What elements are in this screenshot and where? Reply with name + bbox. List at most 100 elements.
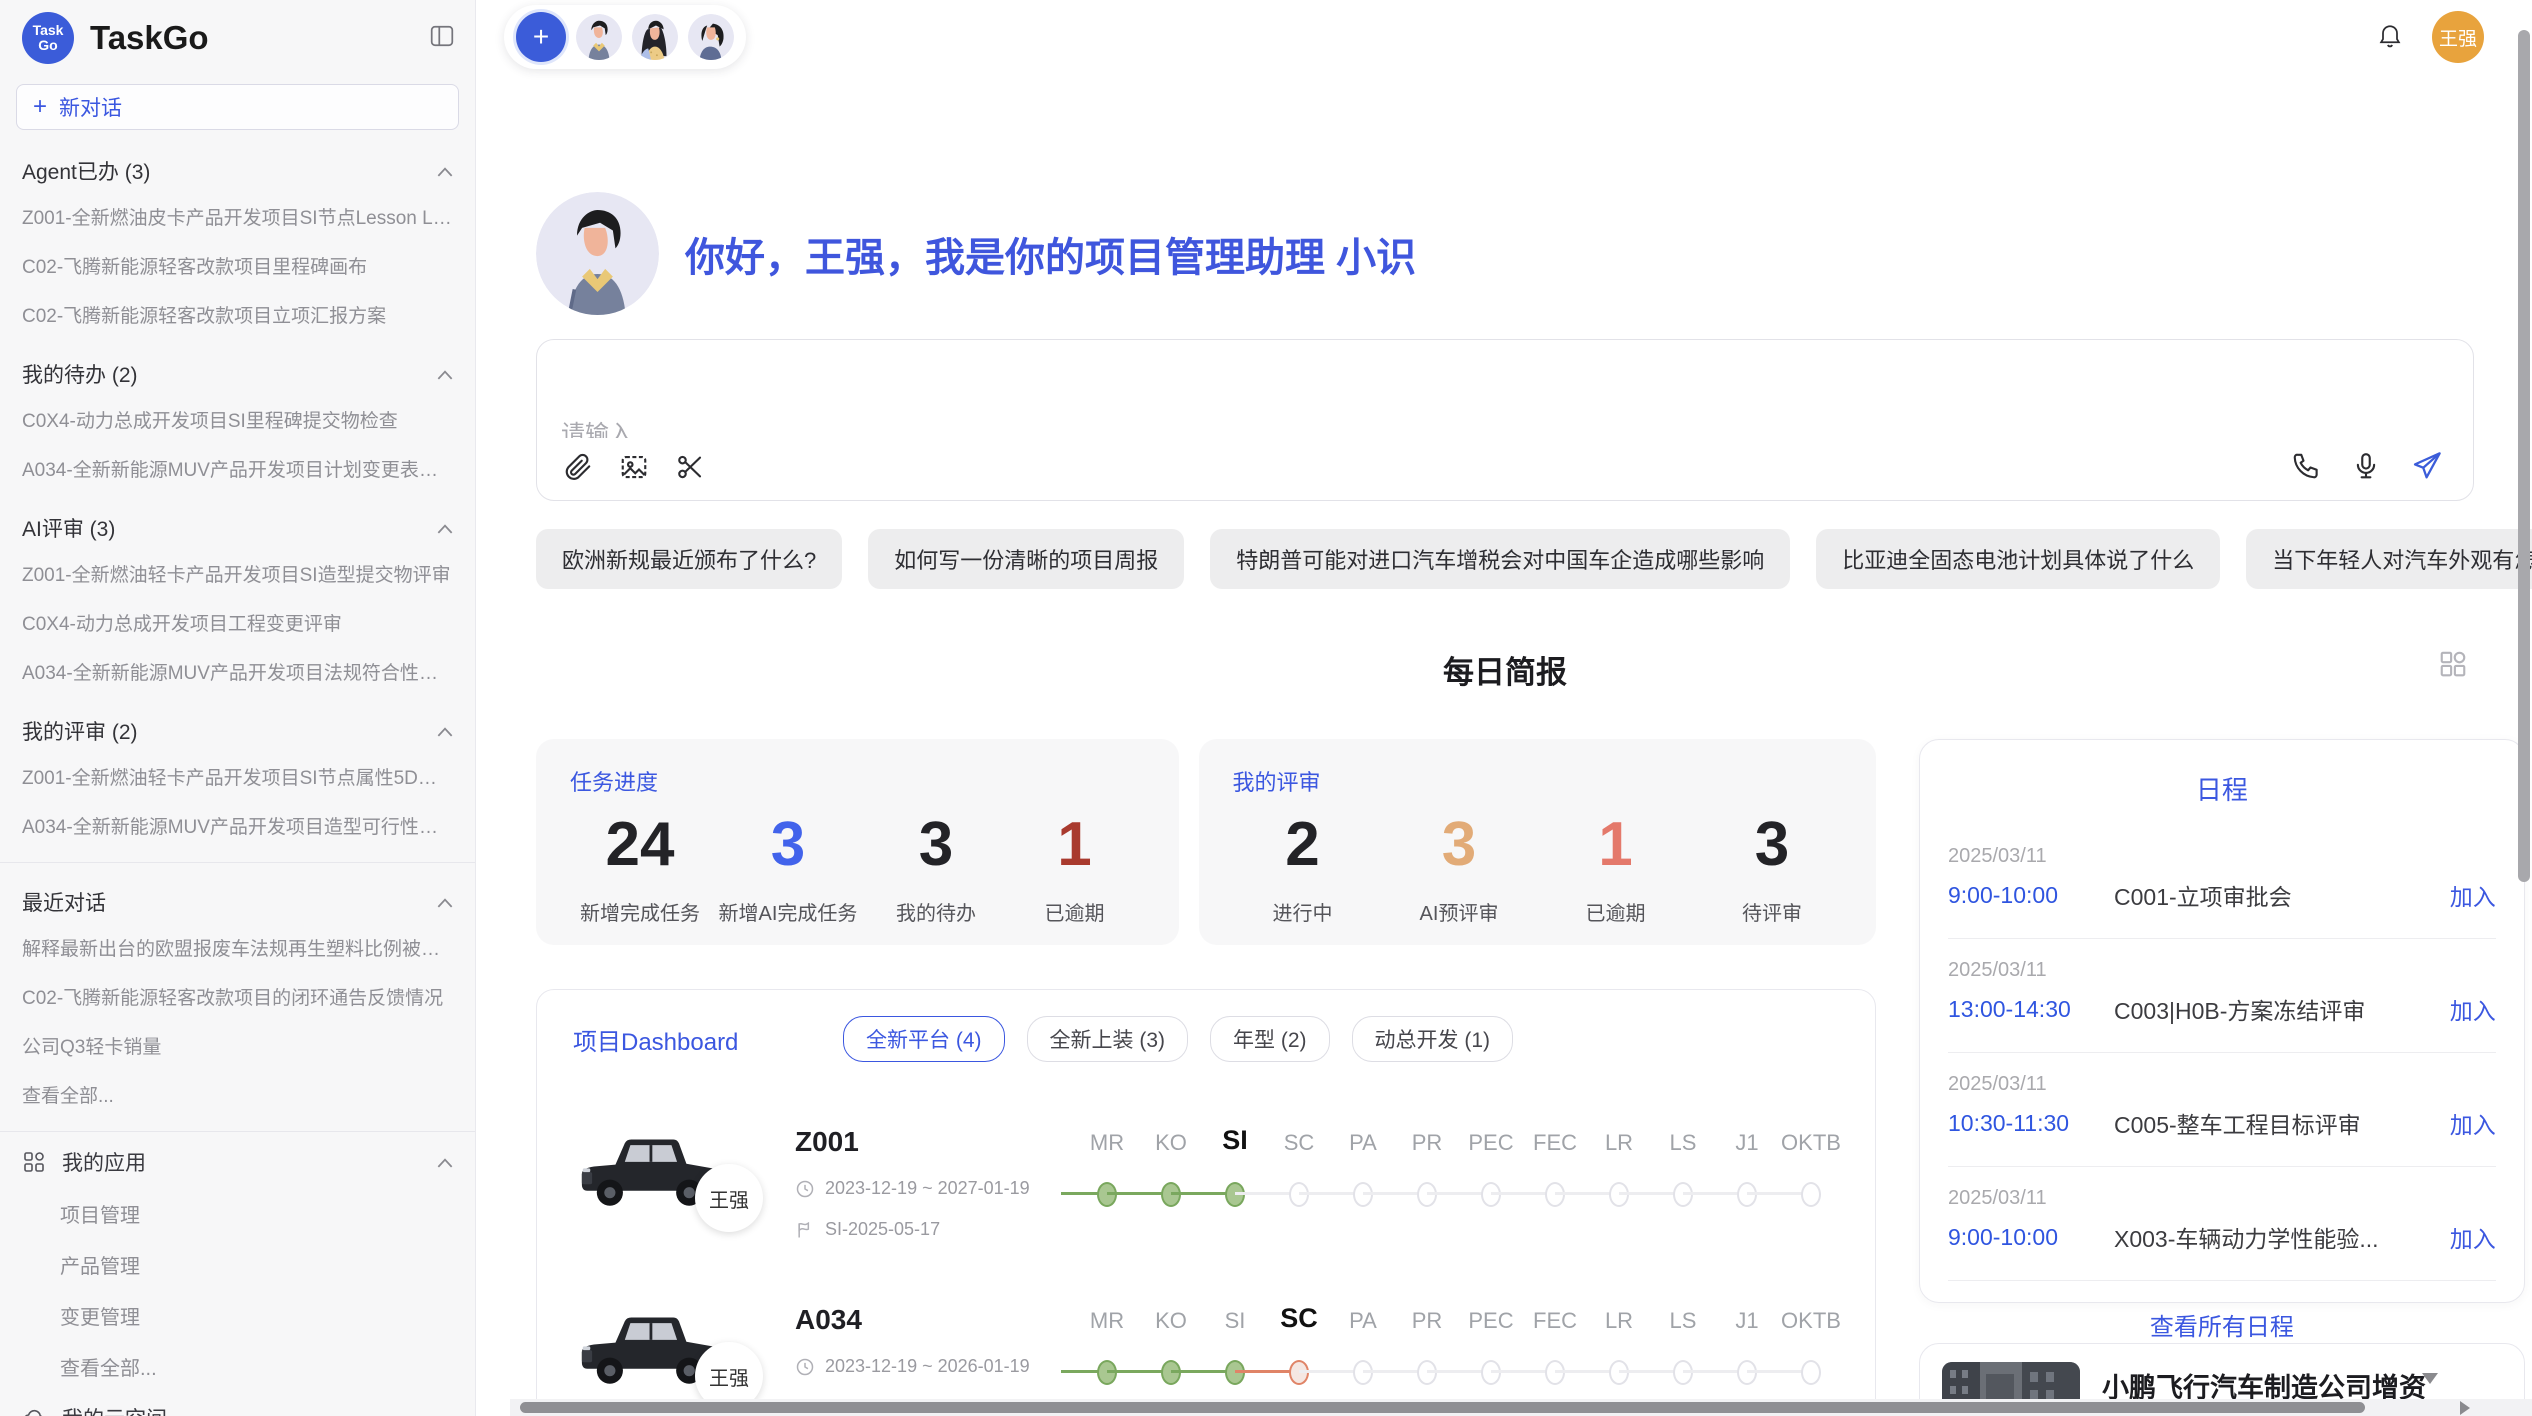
project-row-a034[interactable]: 王强 A034 2023-12-19 ~ 2026-01-19 — [569, 1296, 1843, 1416]
phone-icon[interactable] — [2291, 451, 2321, 481]
sidebar-collapse-icon[interactable] — [429, 23, 455, 54]
app-item-change-mgmt[interactable]: 变更管理 — [0, 1290, 475, 1341]
add-assistant-button[interactable]: + — [516, 12, 566, 62]
suggestion-chip[interactable]: 当下年轻人对汽车外观有怎样的喜好趋势 — [2246, 529, 2532, 589]
join-meeting-link[interactable]: 加入 — [2450, 1220, 2496, 1254]
schedule-item[interactable]: 2025/03/11 13:00-14:30 C003|H0B-方案冻结评审 加… — [1948, 949, 2496, 1040]
sidebar-task-item[interactable]: A034-全新新能源MUV产品开发项目计划变更表编写 — [0, 444, 475, 493]
schedule-date: 2025/03/11 — [1948, 845, 2496, 868]
project-image: 王强 — [569, 1118, 795, 1221]
app-title: TaskGo — [90, 19, 429, 57]
horizontal-scrollbar-thumb[interactable] — [520, 1402, 2365, 1413]
sidebar-task-item[interactable]: Z001-全新燃油轻卡产品开发项目SI节点属性5D文件评审 — [0, 752, 475, 801]
milestone: MR — [1075, 1130, 1139, 1240]
suggestion-chip[interactable]: 比亚迪全固态电池计划具体说了什么 — [1816, 529, 2220, 589]
milestone-label: J1 — [1715, 1130, 1779, 1156]
send-icon[interactable] — [2411, 450, 2443, 482]
sidebar-task-item[interactable]: C0X4-动力总成开发项目SI里程碑提交物检查 — [0, 395, 475, 444]
section-header-recent-chats[interactable]: 最近对话 — [0, 867, 475, 923]
section-header-agent-done[interactable]: Agent已办 (3) — [0, 136, 475, 192]
chevron-up-icon — [437, 890, 453, 914]
chat-input[interactable] — [561, 358, 1883, 438]
tab-new-body[interactable]: 全新上装 (3) — [1027, 1016, 1189, 1062]
schedule-event-name: C005-整车工程目标评审 — [2114, 1106, 2438, 1140]
recent-chat-item[interactable]: C02-飞腾新能源轻客改款项目的闭环通告反馈情况 — [0, 972, 475, 1021]
milestone: SC — [1267, 1130, 1331, 1240]
schedule-date: 2025/03/11 — [1948, 1187, 2496, 1210]
schedule-date: 2025/03/11 — [1948, 1073, 2496, 1096]
project-image: 王强 — [569, 1296, 795, 1399]
milestone-track: MRKOSISCPAPRPECFECLRLSJ1OKTB — [1075, 1118, 1843, 1240]
join-meeting-link[interactable]: 加入 — [2450, 1106, 2496, 1140]
new-chat-button[interactable]: + 新对话 — [16, 84, 459, 130]
apps-view-all[interactable]: 查看全部... — [0, 1341, 475, 1392]
assistant-avatar-2[interactable] — [632, 14, 678, 60]
milestone: LR — [1587, 1130, 1651, 1240]
tab-year-model[interactable]: 年型 (2) — [1210, 1016, 1330, 1062]
schedule-time: 9:00-10:00 — [1948, 1224, 2114, 1251]
project-dates: 2023-12-19 ~ 2026-01-19 — [795, 1356, 1075, 1377]
project-row-z001[interactable]: 王强 Z001 2023-12-19 ~ 2027-01-19 — [569, 1118, 1843, 1240]
task-progress-card: 任务进度 24 新增完成任务 3 新增AI完成任务 — [536, 739, 1179, 945]
sidebar-task-item[interactable]: Z001-全新燃油轻卡产品开发项目SI造型提交物评审 — [0, 549, 475, 598]
suggestion-chip[interactable]: 特朗普可能对进口汽车增税会对中国车企造成哪些影响 — [1210, 529, 1790, 589]
scissors-icon[interactable] — [675, 452, 705, 482]
divider — [1948, 1052, 2496, 1053]
sidebar-task-item[interactable]: A034-全新新能源MUV产品开发项目法规符合性评审 — [0, 647, 475, 696]
vertical-scrollbar-thumb[interactable] — [2518, 30, 2530, 882]
milestone: PA — [1331, 1130, 1395, 1240]
schedule-title: 日程 — [1948, 770, 2496, 807]
vertical-scrollbar[interactable] — [2518, 0, 2530, 1416]
scroll-down-arrow-icon[interactable] — [2422, 1373, 2438, 1384]
section-header-my-todo[interactable]: 我的待办 (2) — [0, 339, 475, 395]
paperclip-icon[interactable] — [563, 452, 593, 482]
milestone-label: KO — [1139, 1308, 1203, 1334]
sidebar-task-item[interactable]: C02-飞腾新能源轻客改款项目立项汇报方案 — [0, 290, 475, 339]
section-header-my-review[interactable]: 我的评审 (2) — [0, 696, 475, 752]
recent-chats-view-all[interactable]: 查看全部... — [0, 1070, 475, 1119]
schedule-item[interactable]: 2025/03/11 9:00-10:00 X003-车辆动力学性能验... 加… — [1948, 1177, 2496, 1268]
assistant-avatar-1[interactable] — [576, 14, 622, 60]
milestone-dot — [1801, 1360, 1821, 1385]
tab-powertrain[interactable]: 动总开发 (1) — [1352, 1016, 1514, 1062]
scroll-right-arrow-icon[interactable] — [2460, 1401, 2470, 1415]
app-item-product-mgmt[interactable]: 产品管理 — [0, 1239, 475, 1290]
suggestion-chip[interactable]: 欧洲新规最近颁布了什么? — [536, 529, 842, 589]
sidebar-task-item[interactable]: A034-全新新能源MUV产品开发项目造型可行性评审 — [0, 801, 475, 850]
image-icon[interactable] — [619, 452, 649, 482]
notifications-bell-icon[interactable] — [2376, 21, 2404, 54]
assistant-switcher: + — [504, 5, 746, 69]
topbar-right: 王强 — [2376, 11, 2484, 63]
suggestion-chips: 欧洲新规最近颁布了什么? 如何写一份清晰的项目周报 特朗普可能对进口汽车增税会对… — [536, 529, 2474, 589]
schedule-item[interactable]: 2025/03/11 10:30-11:30 C005-整车工程目标评审 加入 — [1948, 1063, 2496, 1154]
horizontal-scrollbar[interactable] — [510, 1399, 2532, 1416]
tab-new-platform[interactable]: 全新平台 (4) — [843, 1016, 1005, 1062]
sidebar-item-my-apps[interactable]: 我的应用 — [0, 1136, 475, 1188]
owner-badge: 王强 — [695, 1164, 763, 1232]
view-all-schedule-link[interactable]: 查看所有日程 — [1948, 1307, 2496, 1342]
assistant-avatar-3[interactable] — [688, 14, 734, 60]
user-avatar[interactable]: 王强 — [2432, 11, 2484, 63]
sidebar-task-item[interactable]: C0X4-动力总成开发项目工程变更评审 — [0, 598, 475, 647]
stat-ai-prereview: 3 AI预评审 — [1399, 811, 1519, 926]
app-item-project-mgmt[interactable]: 项目管理 — [0, 1188, 475, 1239]
milestone-label: PEC — [1459, 1308, 1523, 1334]
section-header-ai-review[interactable]: AI评审 (3) — [0, 493, 475, 549]
layout-grid-icon[interactable] — [2438, 649, 2468, 684]
main-content: 你好，王强，我是你的项目管理助理 小识 欧洲新规最近颁布了什么? 如何写一份清晰… — [476, 74, 2532, 1416]
milestone: LS — [1651, 1130, 1715, 1240]
recent-chat-item[interactable]: 解释最新出台的欧盟报废车法规再生塑料比例被调至15%... — [0, 923, 475, 972]
sidebar-task-item[interactable]: C02-飞腾新能源轻客改款项目里程碑画布 — [0, 241, 475, 290]
microphone-icon[interactable] — [2351, 451, 2381, 481]
sidebar-item-cloud-space[interactable]: 我的云空间 — [0, 1392, 475, 1416]
join-meeting-link[interactable]: 加入 — [2450, 878, 2496, 912]
milestone-label: PA — [1331, 1130, 1395, 1156]
my-review-title: 我的评审 — [1233, 765, 1842, 797]
suggestion-chip[interactable]: 如何写一份清晰的项目周报 — [868, 529, 1184, 589]
schedule-item[interactable]: 2025/03/11 9:00-10:00 C001-立项审批会 加入 — [1948, 835, 2496, 926]
join-meeting-link[interactable]: 加入 — [2450, 992, 2496, 1026]
recent-chat-item[interactable]: 公司Q3轻卡销量 — [0, 1021, 475, 1070]
project-dashboard-card: 项目Dashboard 全新平台 (4) 全新上装 (3) 年型 (2) 动总开… — [536, 989, 1876, 1416]
sidebar-task-item[interactable]: Z001-全新燃油皮卡产品开发项目SI节点Lesson Learn报告 — [0, 192, 475, 241]
stat-overdue: 1 已逾期 — [1015, 811, 1135, 926]
